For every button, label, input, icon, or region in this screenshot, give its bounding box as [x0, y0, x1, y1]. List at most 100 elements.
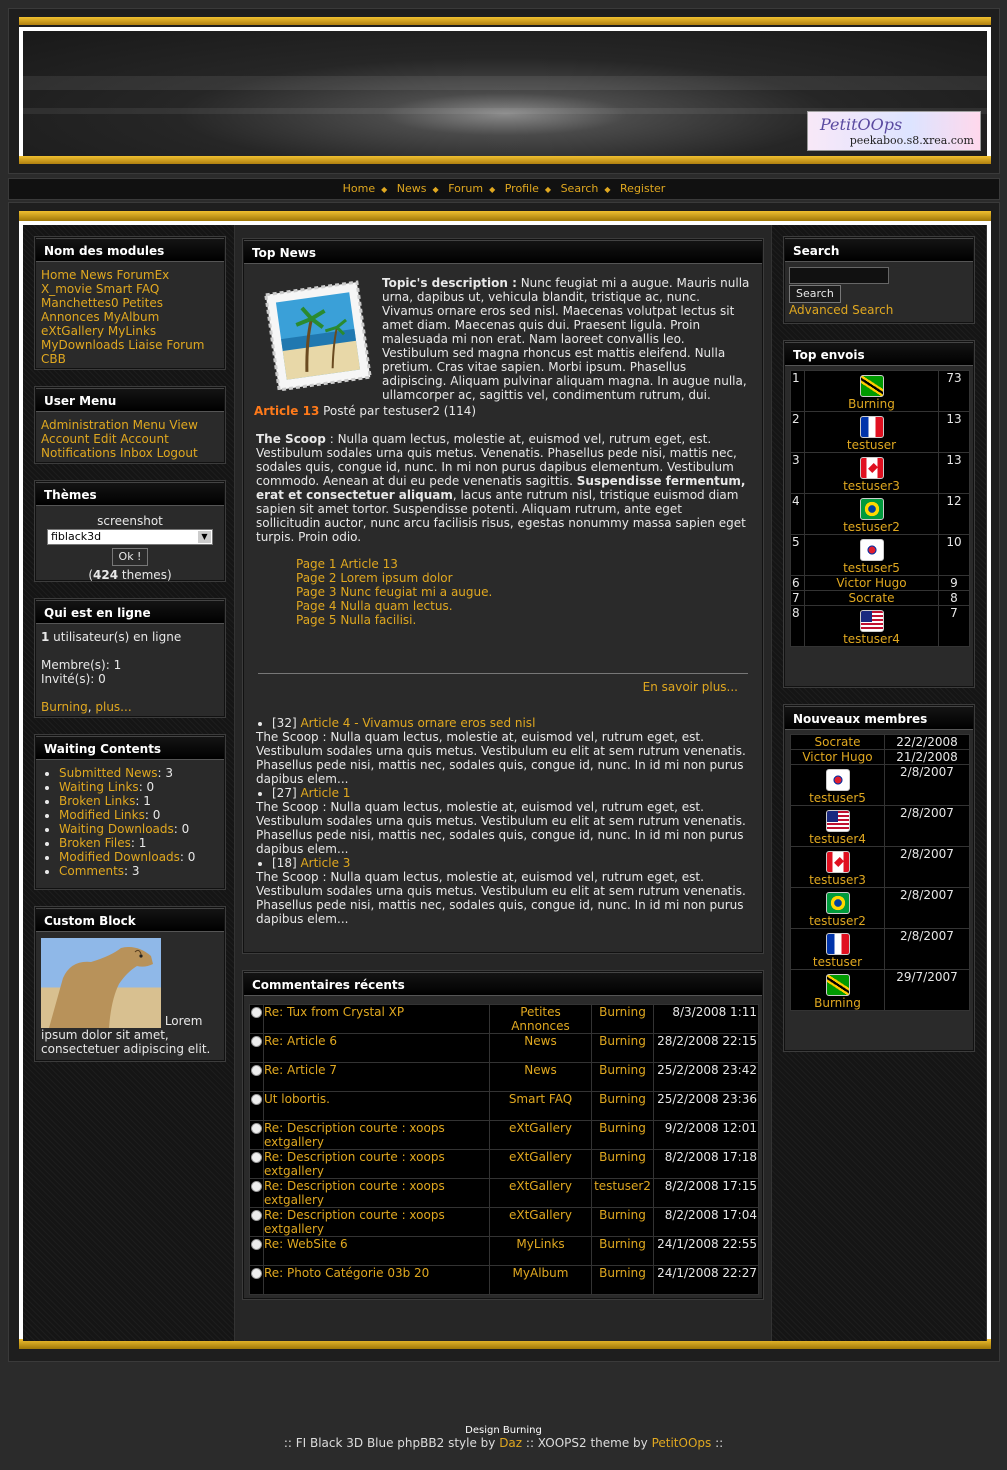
article-link[interactable]: Article 4 - Vivamus ornare eros sed nisl — [300, 716, 535, 730]
nav-forum[interactable]: Forum — [448, 182, 483, 195]
comment-module-link[interactable]: eXtGallery — [509, 1208, 572, 1222]
comment-title-link[interactable]: Re: Description courte : xoops extgaller… — [264, 1179, 445, 1207]
comment-title-link[interactable]: Re: Description courte : xoops extgaller… — [264, 1208, 445, 1236]
module-link[interactable]: Manchettes0 — [41, 296, 119, 310]
waiting-link[interactable]: Broken Files — [59, 836, 131, 850]
comment-user-link[interactable]: testuser2 — [594, 1179, 651, 1193]
poster-link[interactable]: testuser2 — [843, 520, 900, 534]
member-link[interactable]: Victor Hugo — [802, 750, 872, 764]
poster-link[interactable]: Burning — [848, 397, 895, 411]
page-link[interactable]: Page 1 Article 13 — [296, 557, 398, 571]
waiting-link[interactable]: Waiting Downloads — [59, 822, 174, 836]
module-link[interactable]: MyAlbum — [103, 310, 159, 324]
module-link[interactable]: Home — [41, 268, 76, 282]
module-link[interactable]: News — [80, 268, 112, 282]
online-more-link[interactable]: plus... — [95, 700, 131, 714]
search-input[interactable] — [789, 267, 889, 284]
comment-module-link[interactable]: Smart FAQ — [509, 1092, 572, 1106]
comment-module-link[interactable]: MyAlbum — [513, 1266, 569, 1280]
comment-user-link[interactable]: Burning — [599, 1034, 646, 1048]
comment-user-link[interactable]: Burning — [599, 1121, 646, 1135]
comment-user-link[interactable]: Burning — [599, 1208, 646, 1222]
waiting-link[interactable]: Broken Links — [59, 794, 135, 808]
waiting-link[interactable]: Submitted News — [59, 766, 158, 780]
user-menu-link[interactable]: Inbox — [120, 446, 153, 460]
article-link[interactable]: Article 1 — [300, 786, 350, 800]
bullet-icon: ◆ — [432, 185, 439, 194]
comment-module-link[interactable]: News — [524, 1063, 556, 1077]
waiting-link[interactable]: Waiting Links — [59, 780, 139, 794]
nav-profile[interactable]: Profile — [505, 182, 539, 195]
comment-user-link[interactable]: Burning — [599, 1150, 646, 1164]
member-link[interactable]: Socrate — [815, 735, 861, 749]
comment-title-link[interactable]: Re: Photo Catégorie 03b 20 — [264, 1266, 429, 1280]
comment-title-link[interactable]: Re: Tux from Crystal XP — [264, 1005, 404, 1019]
module-link[interactable]: ForumEx — [117, 268, 170, 282]
poster-link[interactable]: Socrate — [849, 591, 895, 605]
user-menu-link[interactable]: Edit Account — [93, 432, 169, 446]
page-link[interactable]: Page 4 Nulla quam lectus. — [296, 599, 453, 613]
page-link[interactable]: Page 5 Nulla facilisi. — [296, 613, 416, 627]
comment-title-link[interactable]: Re: WebSite 6 — [264, 1237, 348, 1251]
comment-user-link[interactable]: Burning — [599, 1092, 646, 1106]
module-link[interactable]: MyLinks — [108, 324, 156, 338]
search-button[interactable]: Search — [789, 285, 841, 303]
nav-search[interactable]: Search — [561, 182, 599, 195]
comment-title-link[interactable]: Re: Article 6 — [264, 1034, 337, 1048]
comment-title-link[interactable]: Re: Description courte : xoops extgaller… — [264, 1121, 445, 1149]
member-link[interactable]: testuser — [813, 955, 862, 969]
header-banner: PetitOOps peekaboo.s8.xrea.com — [19, 27, 991, 163]
comment-module-link[interactable]: News — [524, 1034, 556, 1048]
comment-user-link[interactable]: Burning — [599, 1063, 646, 1077]
waiting-link[interactable]: Modified Links — [59, 808, 145, 822]
poster-link[interactable]: testuser4 — [843, 632, 900, 646]
online-user-link[interactable]: Burning — [41, 700, 88, 714]
comment-module-link[interactable]: eXtGallery — [509, 1121, 572, 1135]
nav-register[interactable]: Register — [620, 182, 665, 195]
member-link[interactable]: testuser5 — [809, 791, 866, 805]
module-link[interactable]: Smart FAQ — [96, 282, 159, 296]
poster-link[interactable]: Victor Hugo — [836, 576, 906, 590]
waiting-link[interactable]: Modified Downloads — [59, 850, 180, 864]
comment-title-link[interactable]: Ut lobortis. — [264, 1092, 330, 1106]
comment-module-link[interactable]: MyLinks — [516, 1237, 564, 1251]
comment-module-link[interactable]: eXtGallery — [509, 1179, 572, 1193]
comment-title-link[interactable]: Re: Article 7 — [264, 1063, 337, 1077]
member-link[interactable]: testuser4 — [809, 832, 866, 846]
advanced-search-link[interactable]: Advanced Search — [789, 303, 893, 317]
user-menu-link[interactable]: Administration Menu — [41, 418, 166, 432]
footer-daz-link[interactable]: Daz — [499, 1436, 522, 1450]
poster-link[interactable]: testuser — [847, 438, 896, 452]
comment-user-link[interactable]: Burning — [599, 1237, 646, 1251]
page-link[interactable]: Page 2 Lorem ipsum dolor — [296, 571, 453, 585]
user-menu-link[interactable]: Logout — [157, 446, 198, 460]
member-link[interactable]: testuser3 — [809, 873, 866, 887]
comment-user-link[interactable]: Burning — [599, 1005, 646, 1019]
module-link[interactable]: Liaise — [128, 338, 162, 352]
theme-select[interactable]: fiblack3d ▼ — [47, 529, 213, 545]
module-link[interactable]: eXtGallery — [41, 324, 104, 338]
module-link[interactable]: MyDownloads — [41, 338, 124, 352]
page-link[interactable]: Page 3 Nunc feugiat mi a augue. — [296, 585, 492, 599]
article-link[interactable]: Article 3 — [300, 856, 350, 870]
member-link[interactable]: testuser2 — [809, 914, 866, 928]
user-menu-link[interactable]: Notifications — [41, 446, 116, 460]
footer-petitoops-link[interactable]: PetitOOps — [652, 1436, 712, 1450]
comment-user-link[interactable]: Burning — [599, 1266, 646, 1280]
comment-title-link[interactable]: Re: Description courte : xoops extgaller… — [264, 1150, 445, 1178]
theme-ok-button[interactable]: Ok ! — [111, 548, 149, 566]
site-logo[interactable]: PetitOOps peekaboo.s8.xrea.com — [807, 111, 981, 151]
article-item: [27] Article 1 — [272, 786, 752, 800]
nav-home[interactable]: Home — [343, 182, 375, 195]
nav-news[interactable]: News — [397, 182, 427, 195]
read-more-link[interactable]: En savoir plus... — [643, 680, 738, 694]
poster-link[interactable]: testuser3 — [843, 479, 900, 493]
module-link[interactable]: X_movie — [41, 282, 92, 296]
poster-link[interactable]: testuser5 — [843, 561, 900, 575]
article-title-link[interactable]: Article 13 — [254, 404, 319, 418]
comment-module-link[interactable]: Petites Annonces — [511, 1005, 570, 1033]
comment-title-cell: Re: Description courte : xoops extgaller… — [263, 1120, 490, 1150]
comment-module-link[interactable]: eXtGallery — [509, 1150, 572, 1164]
waiting-link[interactable]: Comments — [59, 864, 124, 878]
member-link[interactable]: Burning — [814, 996, 861, 1010]
